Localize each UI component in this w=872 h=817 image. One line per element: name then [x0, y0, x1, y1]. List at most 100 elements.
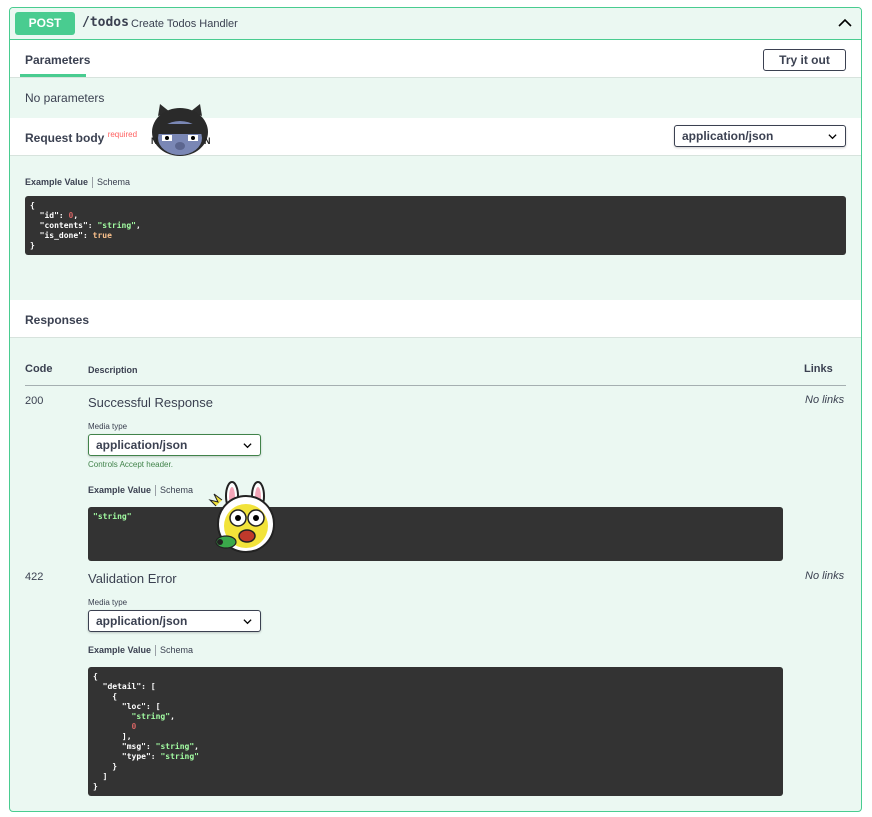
code-token: "string" — [97, 221, 136, 230]
code-token: "contents" — [30, 221, 88, 230]
parameters-header: Parameters Try it out — [10, 40, 861, 78]
code-line: "detail": [ — [93, 682, 778, 692]
no-parameters-text: No parameters — [25, 91, 105, 105]
response-422-example-tabs: Example Value Schema — [88, 645, 193, 657]
code-line: "msg": "string", — [93, 742, 778, 752]
code-token: { — [93, 692, 118, 701]
request-example-tabs: Example Value Schema — [25, 177, 130, 189]
endpoint-path: /todos — [82, 15, 129, 30]
code-token: "loc" — [93, 702, 146, 711]
code-token: { — [93, 672, 98, 681]
response-422-media-type-select[interactable]: application/json — [88, 610, 261, 632]
tab-parameters[interactable]: Parameters — [25, 53, 90, 67]
code-line: "contents": "string", — [30, 221, 841, 231]
code-line: "is_done": true — [30, 231, 841, 241]
response-200-media-type-value: application/json — [96, 438, 188, 452]
response-200-media-type-select[interactable]: application/json — [88, 434, 261, 456]
cat-sticker: N N — [151, 104, 211, 156]
code-line: } — [30, 241, 841, 251]
response-422-example-code: { "detail": [ { "loc": [ "string", 0 ], … — [88, 667, 783, 796]
tab-example-value[interactable]: Example Value — [25, 177, 88, 187]
code-line: { — [93, 672, 778, 682]
chevron-down-icon — [828, 134, 837, 140]
media-type-label-422: Media type — [88, 598, 128, 607]
code-line: ], — [93, 732, 778, 742]
request-body-label: Request body — [25, 131, 105, 145]
svg-text:N: N — [151, 136, 158, 146]
chevron-up-icon[interactable] — [837, 15, 853, 31]
try-it-out-button[interactable]: Try it out — [763, 49, 846, 71]
tab-underline — [20, 74, 86, 77]
code-token: : [ — [145, 702, 161, 711]
code-token: "msg" — [93, 742, 146, 751]
request-example-code: { "id": 0, "contents": "string", "is_don… — [25, 196, 846, 255]
operation-summary[interactable]: POST /todos Create Todos Handler — [10, 8, 861, 40]
response-links-422: No links — [805, 570, 845, 582]
code-token: ] — [93, 772, 108, 781]
code-token: : — [150, 752, 161, 761]
code-line: "loc": [ — [93, 702, 778, 712]
responses-header: Responses — [10, 300, 861, 338]
code-token: : [ — [141, 682, 156, 691]
code-token: "string" — [155, 742, 195, 751]
request-content-type-select[interactable]: application/json — [674, 125, 846, 147]
code-token: , — [170, 712, 175, 721]
code-token: "detail" — [93, 682, 142, 691]
response-200-example-tabs: Example Value Schema — [88, 485, 193, 497]
tab-separator — [92, 177, 94, 189]
code-line: { — [30, 201, 841, 211]
svg-text:N: N — [204, 136, 211, 146]
code-line: } — [93, 782, 778, 792]
col-description: Description — [88, 365, 138, 375]
code-token: "type" — [93, 752, 151, 761]
code-token: } — [30, 241, 35, 250]
code-token: : — [82, 231, 93, 240]
chevron-down-icon — [243, 619, 252, 625]
code-token: , — [194, 742, 199, 751]
endpoint-summary: Create Todos Handler — [131, 18, 238, 30]
media-type-label-200: Media type — [88, 422, 128, 431]
required-marker: required — [107, 130, 138, 139]
code-line: "string", — [93, 712, 778, 722]
tab-example-value[interactable]: Example Value — [88, 645, 151, 655]
code-token: } — [93, 782, 98, 791]
controls-accept-note: Controls Accept header. — [88, 460, 173, 469]
response-code-422: 422 — [25, 571, 44, 583]
response-422-media-type-value: application/json — [96, 614, 188, 628]
code-line: 0 — [93, 722, 778, 732]
tab-schema[interactable]: Schema — [160, 645, 193, 655]
tab-example-value[interactable]: Example Value — [88, 485, 151, 495]
response-200-example-code: "string" — [88, 507, 783, 561]
code-token: true — [92, 231, 112, 240]
response-code-200: 200 — [25, 395, 44, 407]
code-line: "string" — [93, 512, 778, 522]
tab-separator — [155, 485, 157, 497]
request-body-title: Request body required — [25, 130, 137, 145]
code-line: "id": 0, — [30, 211, 841, 221]
responses-title: Responses — [25, 313, 90, 327]
tab-separator — [155, 645, 157, 657]
code-token: 0 — [93, 722, 137, 731]
code-token: : — [145, 742, 156, 751]
code-line: { — [93, 692, 778, 702]
code-token: { — [30, 201, 35, 210]
col-code: Code — [25, 363, 53, 375]
request-content-type-value: application/json — [682, 129, 774, 143]
tab-schema[interactable]: Schema — [97, 177, 130, 187]
code-line: } — [93, 762, 778, 772]
post-todos-operation: POST /todos Create Todos Handler Paramet… — [9, 7, 862, 812]
code-token: "string" — [160, 752, 199, 761]
code-token: "string" — [93, 512, 132, 521]
chevron-down-icon — [243, 443, 252, 449]
code-line: ] — [93, 772, 778, 782]
method-badge: POST — [15, 12, 75, 35]
response-description-422: Validation Error — [88, 571, 177, 586]
code-token: } — [93, 762, 118, 771]
code-line: "type": "string" — [93, 752, 778, 762]
response-description-200: Successful Response — [88, 395, 214, 410]
code-token: : — [87, 221, 98, 230]
table-header-divider — [25, 385, 846, 386]
tab-schema[interactable]: Schema — [160, 485, 193, 495]
code-token: ], — [93, 732, 132, 741]
code-token: "id" — [30, 211, 59, 220]
